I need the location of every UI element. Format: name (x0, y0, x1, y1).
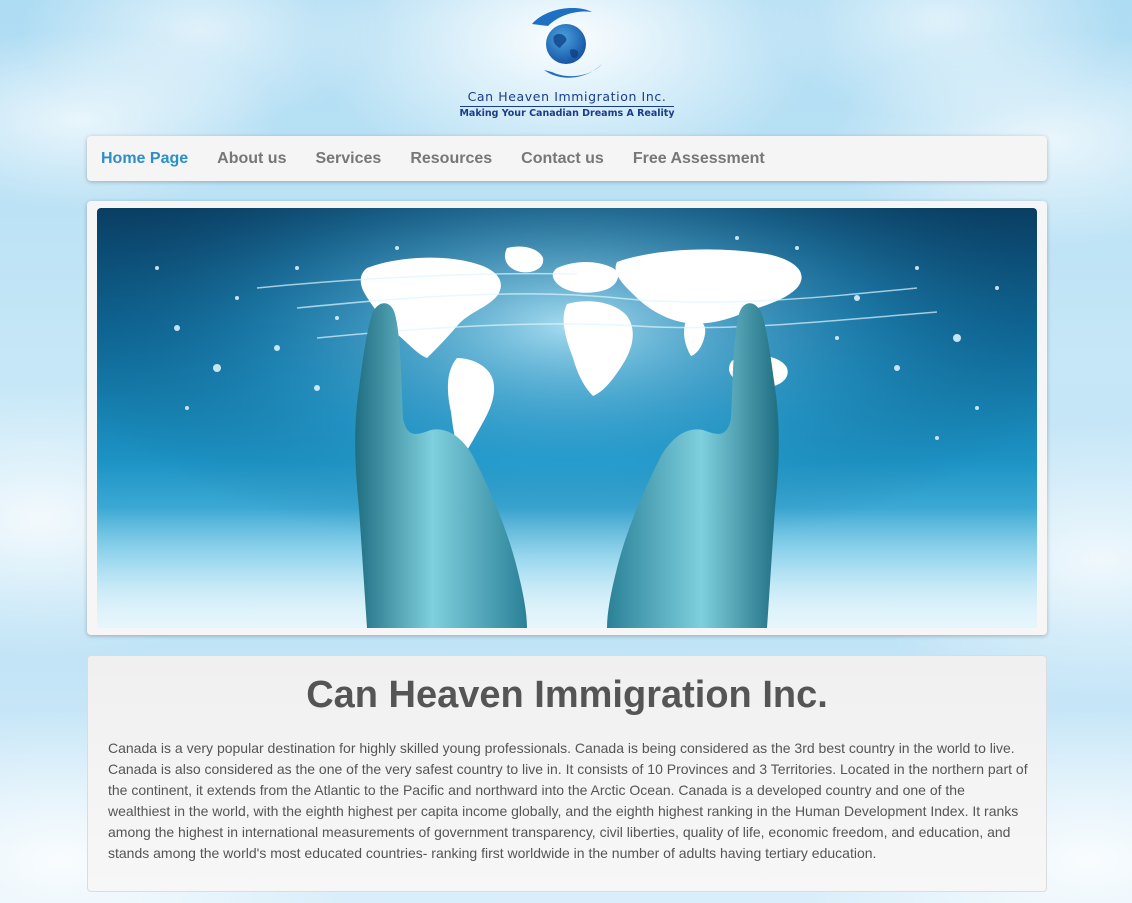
nav-item-free-assessment[interactable]: Free Assessment (633, 150, 765, 168)
nav-item-services[interactable]: Services (315, 150, 381, 168)
site-logo[interactable]: Can Heaven Immigration Inc. Making Your … (456, 4, 678, 126)
logo-name: Can Heaven Immigration Inc. (467, 89, 667, 104)
hands-holding-world-map-image (97, 208, 1037, 628)
hero-image (97, 208, 1037, 628)
logo-divider (460, 106, 674, 107)
intro-section: Can Heaven Immigration Inc. Canada is a … (87, 655, 1047, 892)
main-navigation: Home Page About us Services Resources Co… (87, 136, 1047, 181)
page-title: Can Heaven Immigration Inc. (306, 674, 828, 716)
hero-banner (87, 201, 1047, 635)
globe-logo-icon (532, 8, 602, 78)
logo-tagline: Making Your Canadian Dreams A Reality (459, 108, 675, 119)
nav-item-about-us[interactable]: About us (217, 150, 286, 168)
nav-item-contact-us[interactable]: Contact us (521, 150, 604, 168)
intro-paragraph: Canada is a very popular destination for… (108, 740, 1028, 861)
nav-item-resources[interactable]: Resources (410, 150, 492, 168)
nav-item-home-page[interactable]: Home Page (101, 150, 188, 168)
